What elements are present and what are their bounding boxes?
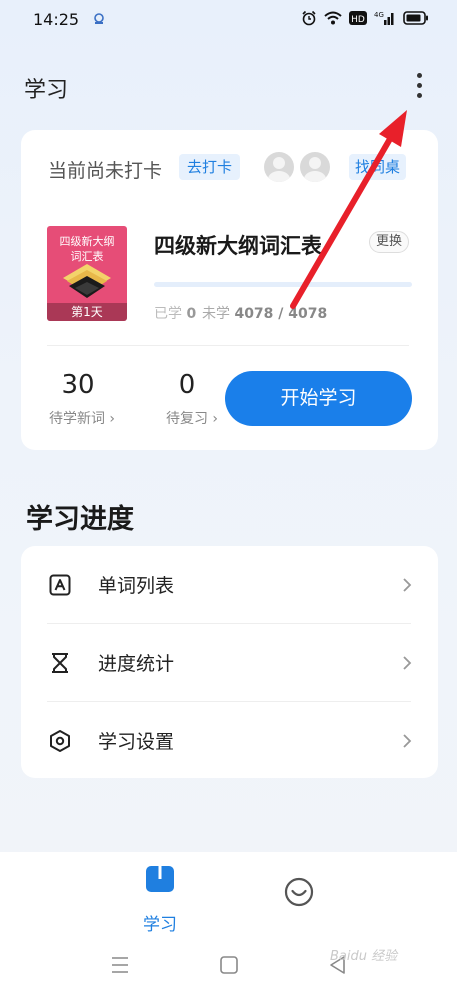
svg-text:HD: HD	[351, 15, 365, 25]
menu-item-progress-stats[interactable]: 进度统计	[21, 624, 438, 701]
status-icons: HD 4G	[301, 10, 429, 26]
chevron-right-icon	[403, 734, 412, 748]
watermark: Baidu 经验	[330, 949, 398, 964]
unlearned-label: 未学	[202, 306, 230, 322]
wifi-icon	[324, 11, 342, 25]
svg-text:4G: 4G	[374, 11, 384, 19]
status-time: 14:25	[33, 10, 80, 29]
hourglass-icon	[52, 653, 68, 673]
learned-stat: 已学 0	[154, 303, 196, 323]
book-progress-bar	[154, 282, 412, 287]
unlearned-stat: 未学 4078 / 4078	[202, 303, 327, 323]
progress-menu: 单词列表 进度统计 学习设置	[21, 546, 438, 778]
avatar[interactable]	[300, 152, 330, 182]
learned-value: 0	[186, 306, 197, 322]
cellular-signal-icon: 4G	[374, 11, 394, 25]
book-cover[interactable]: 四级新大纲词汇表 第1天	[47, 226, 127, 321]
chevron-right-icon	[403, 656, 412, 670]
review-count[interactable]: 0	[167, 370, 207, 400]
more-options-button[interactable]	[408, 70, 430, 100]
letter-a-icon	[49, 574, 71, 596]
nav-tab-learn-label: 学习	[143, 915, 177, 935]
book-name: 四级新大纲词汇表	[154, 234, 322, 258]
review-label[interactable]: 待复习 ›	[161, 408, 223, 428]
app-notification-icon	[91, 11, 107, 27]
divider	[47, 345, 409, 346]
bottom-nav: 学习	[0, 852, 457, 942]
start-learning-button[interactable]: 开始学习	[225, 371, 412, 426]
more-dot-icon	[416, 72, 422, 78]
cover-pyramid-art	[63, 264, 111, 298]
chevron-right-icon	[403, 578, 412, 592]
cover-day-label: 第1天	[47, 303, 127, 321]
change-book-button[interactable]: 更换	[369, 231, 410, 253]
hd-icon: HD	[349, 11, 367, 25]
alarm-icon	[302, 10, 316, 26]
status-bar: 14:25 HD 4G	[0, 0, 457, 40]
home-icon[interactable]	[219, 954, 239, 976]
section-title: 学习进度	[26, 504, 134, 535]
checkin-status-text: 当前尚未打卡	[48, 160, 163, 182]
avatar[interactable]	[264, 152, 294, 182]
unlearned-value: 4078 / 4078	[234, 306, 328, 322]
study-card: 当前尚未打卡 去打卡 找同桌 四级新大纲词汇表 第1天 四级新大纲词汇表 更换 …	[21, 130, 438, 450]
settings-hexagon-icon	[50, 730, 70, 752]
smiley-icon[interactable]	[283, 876, 315, 908]
more-dot-icon	[416, 92, 422, 98]
menu-item-study-settings[interactable]: 学习设置	[21, 702, 438, 779]
more-dot-icon	[416, 82, 422, 88]
menu-item-word-list[interactable]: 单词列表	[21, 546, 438, 623]
menu-icon[interactable]	[110, 954, 130, 976]
battery-icon	[403, 11, 428, 25]
find-deskmate-button[interactable]: 找同桌	[349, 154, 407, 180]
learned-label: 已学	[154, 306, 182, 322]
book-icon	[146, 866, 174, 892]
menu-item-label: 进度统计	[98, 653, 175, 675]
nav-tab-learn[interactable]: 学习	[130, 862, 190, 935]
cover-title: 四级新大纲词汇表	[59, 235, 115, 263]
new-words-count[interactable]: 30	[47, 370, 109, 400]
new-words-label[interactable]: 待学新词 ›	[42, 408, 122, 428]
menu-item-label: 单词列表	[98, 575, 175, 597]
menu-item-label: 学习设置	[98, 731, 175, 753]
checkin-button[interactable]: 去打卡	[179, 154, 241, 180]
page-title: 学习	[24, 78, 69, 103]
